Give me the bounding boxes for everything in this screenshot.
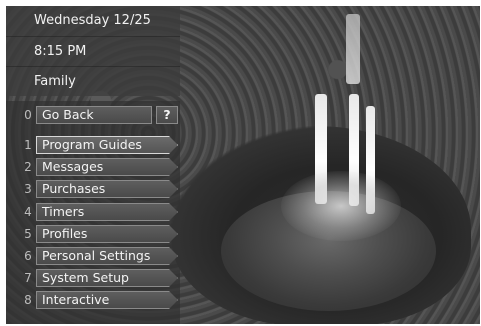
messages-button[interactable]: Messages	[36, 158, 178, 176]
status-info-panel: Wednesday 12/25 8:15 PM Family	[6, 6, 180, 96]
profiles-button[interactable]: Profiles	[36, 225, 178, 243]
go-back-button[interactable]: Go Back	[36, 106, 152, 124]
menu-item-number: 2	[24, 160, 32, 174]
menu-item-number: 8	[24, 293, 32, 307]
program-guides-button[interactable]: Program Guides	[36, 136, 178, 154]
tv-screen: Wednesday 12/25 8:15 PM Family 0 Go Back…	[6, 6, 480, 324]
go-back-number: 0	[24, 108, 32, 122]
menu-item-number: 5	[24, 227, 32, 241]
timers-button[interactable]: Timers	[36, 203, 178, 221]
menu-item-number: 3	[24, 182, 32, 196]
waterfall-mist	[281, 171, 401, 241]
menu-item-number: 4	[24, 205, 32, 219]
system-setup-button[interactable]: System Setup	[36, 269, 178, 287]
help-button[interactable]: ?	[156, 106, 178, 124]
menu-item-number: 7	[24, 271, 32, 285]
purchases-button[interactable]: Purchases	[36, 180, 178, 198]
personal-settings-button[interactable]: Personal Settings	[36, 247, 178, 265]
main-menu-panel: 0 Go Back ? 1 Program Guides 2 Messages …	[6, 101, 180, 324]
interactive-button[interactable]: Interactive	[36, 291, 178, 309]
time-label: 8:15 PM	[6, 36, 180, 66]
menu-item-number: 6	[24, 249, 32, 263]
date-label: Wednesday 12/25	[34, 13, 151, 28]
menu-item-number: 1	[24, 138, 32, 152]
upper-waterfall	[346, 14, 360, 84]
profile-label: Family	[6, 66, 180, 96]
